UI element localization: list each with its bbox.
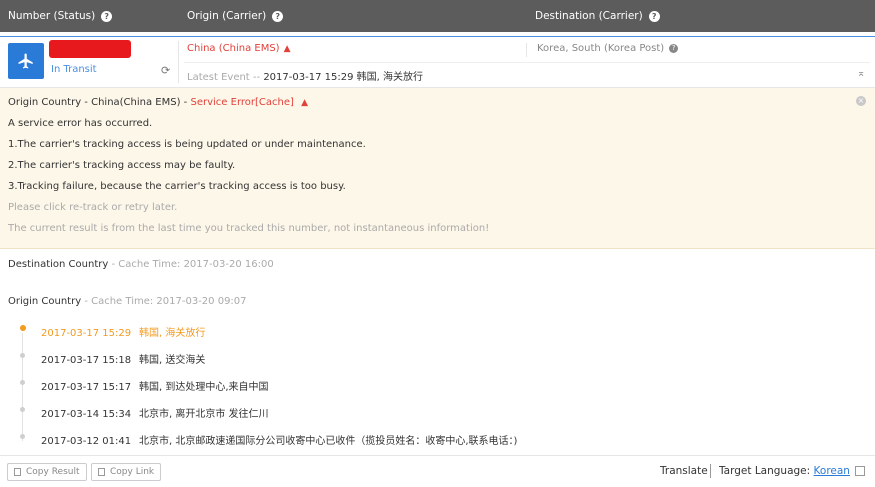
target-language-link[interactable]: Korean: [814, 465, 850, 477]
question-circle-icon[interactable]: ?: [272, 10, 284, 22]
latest-event-label: Latest Event --: [187, 72, 261, 83]
event-time: 2017-03-17 15:17: [41, 382, 132, 393]
translate-checkbox[interactable]: [855, 466, 865, 476]
status-label: In Transit: [51, 64, 97, 75]
event-desc: 韩国, 送交海关: [139, 355, 206, 366]
error-title: Origin Country - China(China EMS) - Serv…: [8, 97, 308, 108]
error-title-prefix: Origin Country - China(China EMS) -: [8, 97, 188, 108]
copy-result-button[interactable]: Copy Result: [7, 463, 87, 481]
destination-country-section: Destination Country - Cache Time: 2017-0…: [8, 259, 274, 270]
header-destination-label: Destination (Carrier): [535, 10, 643, 22]
destination-country-label: Destination Country: [8, 259, 109, 270]
divider: [184, 62, 870, 63]
divider: [526, 43, 527, 57]
divider: [178, 41, 179, 83]
error-title-status: Service Error[Cache]: [190, 97, 294, 108]
timeline-event: 2017-03-12 01:41 北京市, 北京邮政速递国际分公司收寄中心已收件（…: [41, 432, 517, 447]
copy-link-button[interactable]: Copy Link: [91, 463, 162, 481]
timeline-dot: [20, 353, 25, 358]
event-desc: 北京市, 离开北京市 发往仁川: [139, 409, 269, 420]
event-time: 2017-03-14 15:34: [41, 409, 132, 420]
event-desc: 韩国, 海关放行: [139, 328, 206, 339]
origin-country-section: Origin Country - Cache Time: 2017-03-20 …: [8, 296, 247, 307]
latest-event: Latest Event -- 2017-03-17 15:29 韩国, 海关放…: [187, 68, 423, 83]
service-error-panel: Origin Country - China(China EMS) - Serv…: [0, 88, 875, 249]
target-language-label: Target Language:: [719, 465, 811, 477]
tracking-number-redacted: [49, 40, 131, 58]
copy-icon: [14, 468, 21, 476]
timeline-event: 2017-03-17 15:29 韩国, 海关放行: [41, 324, 205, 339]
tracking-row[interactable]: In Transit ⟳ China (China EMS) ▲ Korea, S…: [0, 37, 875, 88]
origin-carrier-label: China (China EMS): [187, 43, 280, 54]
error-line: 2.The carrier's tracking access may be f…: [8, 160, 236, 171]
error-line: 1.The carrier's tracking access is being…: [8, 139, 366, 150]
question-circle-icon[interactable]: ?: [648, 10, 660, 22]
origin-carrier: China (China EMS) ▲: [187, 43, 291, 54]
timeline-event: 2017-03-17 15:17 韩国, 到达处理中心,来自中国: [41, 378, 269, 393]
divider: [710, 464, 711, 478]
destination-cache-time: - Cache Time: 2017-03-20 16:00: [111, 259, 274, 270]
event-desc: 韩国, 到达处理中心,来自中国: [139, 382, 269, 393]
target-language: Target Language: Korean: [719, 465, 850, 477]
warning-triangle-icon: ▲: [301, 98, 309, 108]
timeline-dot-active: [19, 325, 26, 331]
refresh-icon[interactable]: ⟳: [161, 64, 170, 77]
question-circle-icon[interactable]: ?: [101, 10, 113, 22]
header-number-label: Number (Status): [8, 10, 96, 22]
origin-country-label: Origin Country: [8, 296, 82, 307]
timeline-event: 2017-03-17 15:18 韩国, 送交海关: [41, 351, 205, 366]
error-line: A service error has occurred.: [8, 118, 153, 129]
copy-icon: [98, 468, 105, 476]
cache-hint: The current result is from the last time…: [8, 223, 490, 234]
error-line: 3.Tracking failure, because the carrier'…: [8, 181, 346, 192]
timeline-line: [22, 333, 23, 441]
expand-icon[interactable]: ⌅: [857, 68, 865, 79]
latest-event-text: 2017-03-17 15:29 韩国, 海关放行: [263, 72, 423, 83]
header-number-status: Number (Status) ?: [8, 0, 113, 32]
timeline-dot: [20, 434, 25, 439]
event-time: 2017-03-17 15:18: [41, 355, 132, 366]
timeline-dot: [20, 407, 25, 412]
timeline-dot: [20, 380, 25, 385]
destination-carrier-label: Korea, South (Korea Post): [537, 43, 665, 54]
footer-toolbar: Copy Result Copy Link Translate Target L…: [0, 455, 875, 487]
close-circle-icon[interactable]: ×: [856, 96, 866, 106]
event-desc: 北京市, 北京邮政速递国际分公司收寄中心已收件（揽投员姓名：收寄中心,联系电话：…: [139, 436, 518, 447]
table-header: Number (Status) ? Origin (Carrier) ? Des…: [0, 0, 875, 32]
copy-result-label: Copy Result: [26, 467, 80, 477]
event-time: 2017-03-17 15:29: [41, 328, 132, 339]
retry-hint: Please click re-track or retry later.: [8, 202, 178, 213]
header-origin-label: Origin (Carrier): [187, 10, 267, 22]
translate-button[interactable]: Translate: [660, 465, 708, 477]
origin-cache-time: - Cache Time: 2017-03-20 09:07: [84, 296, 247, 307]
copy-link-label: Copy Link: [110, 467, 155, 477]
airplane-icon: [8, 43, 44, 79]
header-destination-carrier: Destination (Carrier) ?: [535, 0, 660, 32]
event-time: 2017-03-12 01:41: [41, 436, 132, 447]
header-origin-carrier: Origin (Carrier) ?: [187, 0, 284, 32]
question-circle-icon[interactable]: ?: [669, 44, 679, 53]
warning-triangle-icon: ▲: [283, 44, 291, 54]
timeline-event: 2017-03-14 15:34 北京市, 离开北京市 发往仁川: [41, 405, 269, 420]
destination-carrier: Korea, South (Korea Post) ?: [537, 43, 679, 54]
